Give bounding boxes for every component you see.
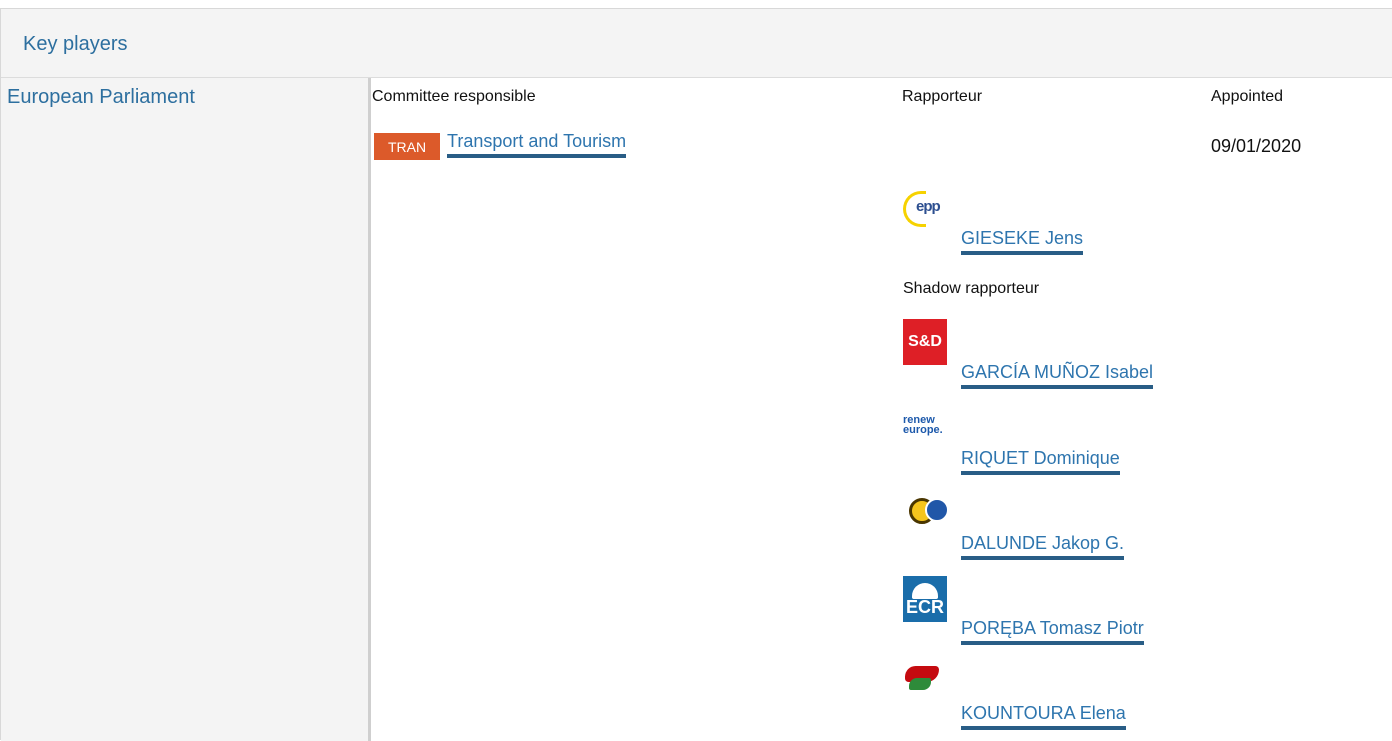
rapporteur-link[interactable]: GIESEKE Jens xyxy=(961,228,1084,255)
green-flag-icon xyxy=(909,678,931,690)
section-header: Key players xyxy=(1,9,1392,78)
section-title: Key players xyxy=(23,33,128,55)
lion-icon xyxy=(912,583,938,599)
committee-column-header: Committee responsible xyxy=(372,88,536,105)
appointed-date: 09/01/2020 xyxy=(1211,136,1302,156)
shadow-rapporteur-link[interactable]: PORĘBA Tomasz Piotr xyxy=(961,618,1144,645)
ecr-logo-text: ECR xyxy=(905,597,944,617)
ecr-logo-icon: ECR xyxy=(903,576,947,622)
sd-logo-icon: S&D xyxy=(903,319,947,365)
shadow-rapporteur-link[interactable]: DALUNDE Jakop G. xyxy=(961,533,1125,560)
key-players-panel: Key players European Parliament Committe… xyxy=(0,8,1392,741)
renew-logo-icon: renew europe. xyxy=(903,405,947,451)
shadow-rapporteur-link[interactable]: RIQUET Dominique xyxy=(961,448,1120,475)
committee-code-badge: TRAN xyxy=(374,133,440,160)
appointed-column-header: Appointed xyxy=(1211,88,1284,105)
committee-link[interactable]: Transport and Tourism xyxy=(447,131,627,158)
globe-icon xyxy=(925,498,947,522)
shadow-rapporteur-link[interactable]: KOUNTOURA Elena xyxy=(961,703,1126,730)
institution-name: European Parliament xyxy=(7,86,195,108)
shadow-rapporteur-link[interactable]: GARCÍA MUÑOZ Isabel xyxy=(961,362,1154,389)
institution-column: European Parliament xyxy=(1,78,371,741)
shadow-rapporteur-heading: Shadow rapporteur xyxy=(903,280,1040,297)
rapporteur-column-header: Rapporteur xyxy=(902,88,983,105)
epp-logo-icon: epp xyxy=(903,184,947,230)
epp-logo-text: epp xyxy=(916,198,941,215)
renew-logo-line-2: europe. xyxy=(903,424,943,436)
gue-ngl-logo-icon xyxy=(903,661,947,707)
greens-efa-logo-icon xyxy=(903,491,947,537)
